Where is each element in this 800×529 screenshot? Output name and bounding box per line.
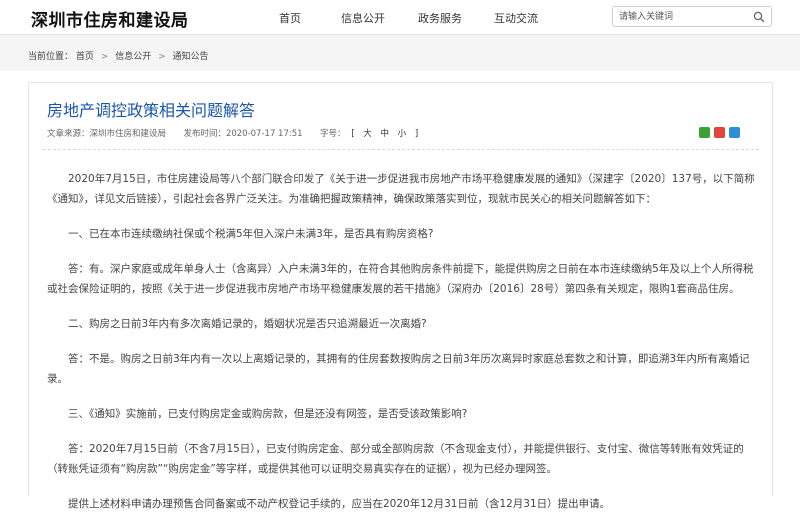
article-paragraph: 2020年7月15日，市住房建设局等八个部门联合印发了《关于进一步促进我市房地产… [47,173,755,205]
source-label: 文章来源： [47,129,90,139]
article-container: 房地产调控政策相关问题解答 文章来源：深圳市住房和建设局 发布时间：2020-0… [28,82,773,510]
weibo-share-icon[interactable] [714,127,725,138]
search-box [612,6,772,27]
article-paragraph: 一、已在本市连续缴纳社保或个税满5年但入深户未满3年，是否具有购房资格? [68,228,434,240]
nav-interaction[interactable]: 互动交流 [494,10,538,26]
publish-time-label: 发布时间： [183,129,226,139]
article-meta: 文章来源：深圳市住房和建设局 发布时间：2020-07-17 17:51 字号：… [47,127,421,139]
article-paragraph: 三、《通知》实施前，已支付购房定金或购房款，但是还没有网签，是否受该政策影响? [68,408,468,420]
breadcrumb: 当前位置： 首页 > 信息公开 > 通知公告 [28,49,209,62]
font-size-medium[interactable]: 中 [380,129,389,139]
font-size-bracket-open: [ [351,129,355,139]
top-header: 深圳市住房和建设局 首页 信息公开 政务服务 互动交流 [0,0,800,35]
share-icons [699,127,740,138]
nav-home[interactable]: 首页 [279,10,301,26]
nav-government-services[interactable]: 政务服务 [418,10,462,26]
article-paragraph: 答：不是。购房之日前3年内有一次以上离婚记录的，其拥有的住房套数按购房之日前3年… [47,353,750,385]
source-value: 深圳市住房和建设局 [89,129,167,139]
font-size-small[interactable]: 小 [398,129,407,139]
nav-info-disclosure[interactable]: 信息公开 [341,10,385,26]
breadcrumb-separator: > [100,52,109,62]
article-paragraph: 答：有。深户家庭或成年单身人士（含离异）入户未满3年的，在符合其他购房条件前提下… [47,263,754,295]
font-size-bracket-close: ] [414,129,419,139]
breadcrumb-home[interactable]: 首页 [76,52,94,62]
font-size-label: 字号： [319,129,346,139]
article-paragraph: 答：2020年7月15日前（不含7月15日），已支付购房定金、部分或全部购房款（… [47,443,744,475]
breadcrumb-info-disclosure[interactable]: 信息公开 [115,52,151,62]
search-input[interactable] [619,10,749,24]
breadcrumb-prefix: 当前位置： [28,52,74,62]
publish-time-value: 2020-07-17 17:51 [225,129,303,139]
search-icon[interactable] [753,11,765,23]
site-logo[interactable]: 深圳市住房和建设局 [31,6,189,31]
breadcrumb-separator: > [158,52,166,62]
breadcrumb-bar: 当前位置： 首页 > 信息公开 > 通知公告 [0,35,800,71]
article-body: 2020年7月15日，市住房建设局等八个部门联合印发了《关于进一步促进我市房地产… [47,169,755,529]
article-paragraph: 二、购房之日前3年内有多次离婚记录的，婚姻状况是否只追溯最近一次离婚? [68,318,427,330]
article-paragraph: 提供上述材料申请办理预售合同备案或不动产权登记手续的，应当在2020年12月31… [68,498,611,510]
article-title: 房地产调控政策相关问题解答 [47,101,256,120]
font-size-control: [ 大 中 小 ] [348,129,421,139]
qzone-share-icon[interactable] [729,127,740,138]
font-size-large[interactable]: 大 [363,129,372,139]
title-divider [43,149,759,150]
wechat-share-icon[interactable] [699,127,710,138]
breadcrumb-notices[interactable]: 通知公告 [173,52,209,62]
